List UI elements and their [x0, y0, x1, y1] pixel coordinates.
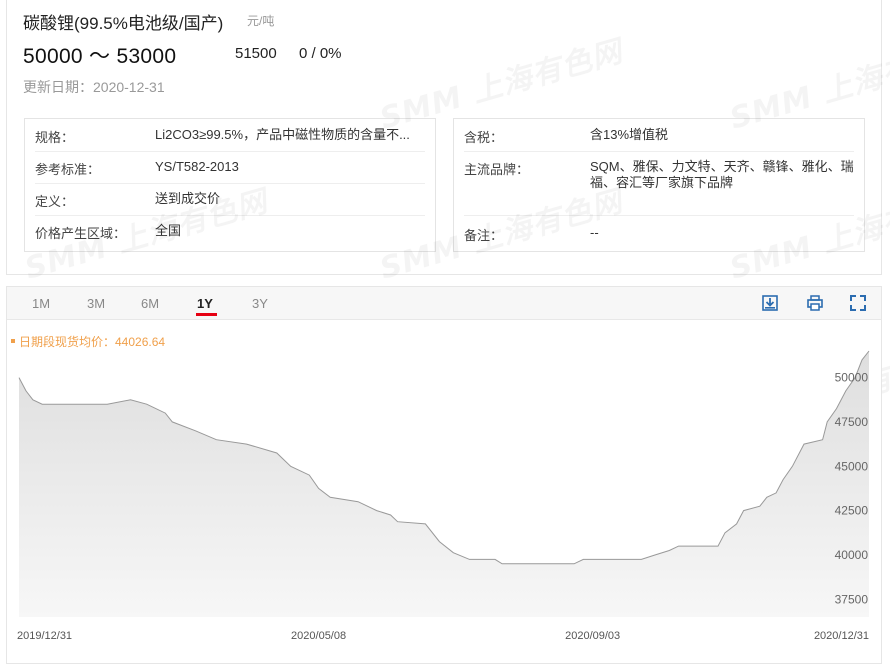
spec-row-brands: 主流品牌： SQM、雅保、力文特、天齐、赣锋、雅化、瑞福、容汇等厂家旗下品牌: [464, 159, 854, 216]
y-tick-label: 45000: [835, 459, 869, 473]
price-range: 50000 ～ 53000: [23, 45, 177, 68]
y-tick-label: 42500: [835, 504, 869, 518]
spec-table-right: 含税： 含13%增值税 主流品牌： SQM、雅保、力文特、天齐、赣锋、雅化、瑞福…: [453, 118, 865, 252]
spec-value: Li2CO3≥99.5%，产品中磁性物质的含量不...: [155, 127, 410, 142]
spec-key: 含税：: [464, 130, 504, 145]
spec-row-tax: 含税： 含13%增值税: [464, 127, 854, 152]
spec-value: 含13%增值税: [590, 127, 669, 142]
price-info-panel: 碳酸锂(99.5%电池级/国产) 元/吨 50000 ～ 53000 51500…: [6, 0, 882, 275]
spec-row-standard: 参考标准： YS/T582-2013: [35, 159, 425, 184]
x-tick-label: 2020/09/03: [565, 630, 620, 642]
spec-row-definition: 定义： 送到成交价: [35, 191, 425, 216]
spec-table-left: 规格： Li2CO3≥99.5%，产品中磁性物质的含量不... 参考标准： YS…: [24, 118, 436, 252]
spec-row-region: 价格产生区域： 全国: [35, 223, 425, 247]
unit-label: 元/吨: [247, 14, 275, 28]
average-price: 51500: [235, 45, 277, 62]
spec-value: SQM、雅保、力文特、天齐、赣锋、雅化、瑞福、容汇等厂家旗下品牌: [590, 159, 854, 190]
x-tick-label: 2020/12/31: [814, 630, 869, 642]
spec-key: 定义：: [35, 194, 75, 209]
price-chart: 37500 40000 42500 45000 47500 50000 2019/12/31…: [17, 350, 870, 642]
update-date: 更新日期：2020-12-31: [23, 79, 165, 95]
spec-key: 参考标准：: [35, 162, 101, 177]
y-tick-label: 50000: [835, 371, 869, 385]
x-tick-label: 2019/12/31: [17, 630, 72, 642]
price-area: [19, 351, 869, 617]
spec-row-note: 备注： --: [464, 225, 854, 247]
y-tick-label: 47500: [835, 415, 869, 429]
product-title: 碳酸锂(99.5%电池级/国产): [23, 14, 224, 33]
spec-key: 主流品牌：: [464, 162, 530, 177]
spec-key: 备注：: [464, 228, 504, 243]
spec-key: 价格产生区域：: [35, 226, 127, 241]
spec-value: --: [590, 225, 599, 240]
spec-value: 全国: [155, 223, 182, 238]
spec-value: YS/T582-2013: [155, 159, 239, 174]
spec-key: 规格：: [35, 130, 75, 145]
y-tick-label: 37500: [835, 592, 869, 606]
chart-panel: 1M 3M 6M 1Y 3Y 日期段现货均价：44026.64 37500 40…: [6, 286, 882, 664]
spec-row-spec: 规格： Li2CO3≥99.5%，产品中磁性物质的含量不...: [35, 127, 425, 152]
price-change: 0 / 0%: [299, 45, 342, 62]
x-tick-label: 2020/05/08: [291, 630, 346, 642]
y-tick-label: 40000: [835, 548, 869, 562]
spec-value: 送到成交价: [155, 191, 221, 206]
